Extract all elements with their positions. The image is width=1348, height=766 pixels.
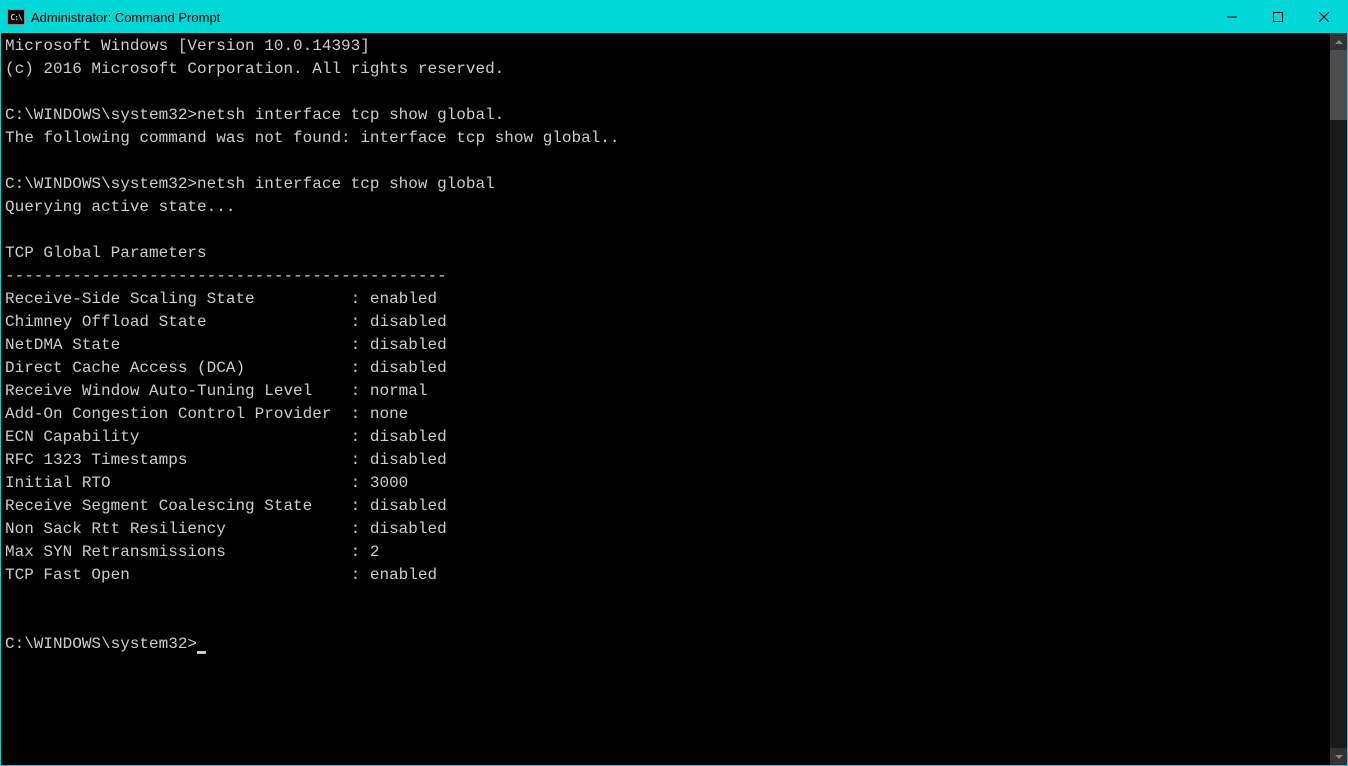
param-row: TCP Fast Open : enabled [5, 566, 437, 584]
querying-line: Querying active state... [5, 198, 235, 216]
param-row: Receive Window Auto-Tuning Level : norma… [5, 382, 427, 400]
terminal-output[interactable]: Microsoft Windows [Version 10.0.14393] (… [1, 33, 1330, 765]
scroll-thumb[interactable] [1330, 50, 1347, 120]
scroll-up-button[interactable] [1330, 33, 1347, 50]
window-controls [1209, 1, 1347, 33]
section-title: TCP Global Parameters [5, 244, 207, 262]
prompt-path: C:\WINDOWS\system32> [5, 106, 197, 124]
command-text: netsh interface tcp show global [197, 175, 495, 193]
close-icon [1319, 12, 1329, 22]
divider-line: ----------------------------------------… [5, 267, 447, 285]
param-row: Chimney Offload State : disabled [5, 313, 447, 331]
chevron-up-icon [1335, 40, 1343, 44]
maximize-icon [1273, 12, 1283, 22]
chevron-down-icon [1335, 755, 1343, 759]
param-row: Add-On Congestion Control Provider : non… [5, 405, 408, 423]
titlebar[interactable]: C:\ Administrator: Command Prompt [1, 1, 1347, 33]
cursor [197, 651, 206, 654]
os-version-line: Microsoft Windows [Version 10.0.14393] [5, 37, 370, 55]
minimize-button[interactable] [1209, 1, 1255, 33]
maximize-button[interactable] [1255, 1, 1301, 33]
param-row: Max SYN Retransmissions : 2 [5, 543, 379, 561]
prompt-path: C:\WINDOWS\system32> [5, 175, 197, 193]
param-row: RFC 1323 Timestamps : disabled [5, 451, 447, 469]
minimize-icon [1227, 12, 1237, 22]
param-row: Receive-Side Scaling State : enabled [5, 290, 437, 308]
param-row: Non Sack Rtt Resiliency : disabled [5, 520, 447, 538]
prompt-path: C:\WINDOWS\system32> [5, 635, 197, 653]
scroll-track[interactable] [1330, 50, 1347, 748]
cmd-icon: C:\ [7, 9, 25, 25]
terminal-area: Microsoft Windows [Version 10.0.14393] (… [1, 33, 1347, 765]
vertical-scrollbar[interactable] [1330, 33, 1347, 765]
command-text: netsh interface tcp show global. [197, 106, 504, 124]
param-row: Direct Cache Access (DCA) : disabled [5, 359, 447, 377]
command-prompt-window: C:\ Administrator: Command Prompt Micros… [0, 0, 1348, 766]
scroll-down-button[interactable] [1330, 748, 1347, 765]
param-row: ECN Capability : disabled [5, 428, 447, 446]
window-title: Administrator: Command Prompt [31, 10, 1209, 25]
param-row: NetDMA State : disabled [5, 336, 447, 354]
param-row: Initial RTO : 3000 [5, 474, 408, 492]
param-row: Receive Segment Coalescing State : disab… [5, 497, 447, 515]
error-output: The following command was not found: int… [5, 129, 620, 147]
copyright-line: (c) 2016 Microsoft Corporation. All righ… [5, 60, 504, 78]
close-button[interactable] [1301, 1, 1347, 33]
